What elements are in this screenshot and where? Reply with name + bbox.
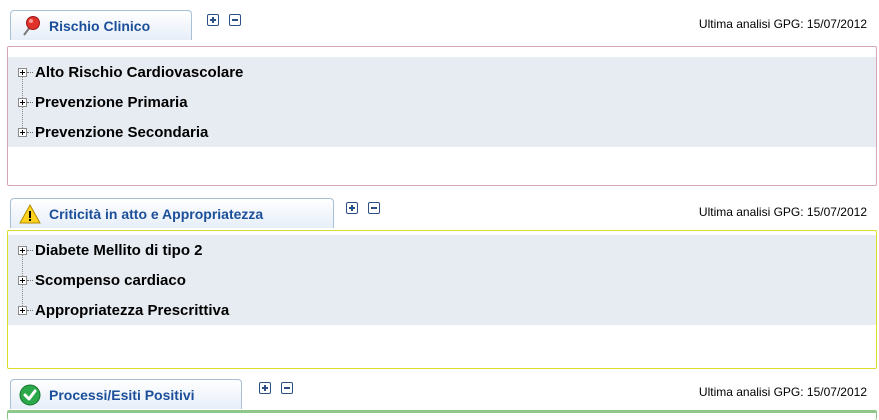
tree-item-label: Appropriatezza Prescrittiva — [35, 301, 230, 319]
expand-all-button[interactable] — [346, 202, 358, 214]
last-analysis-date: Ultima analisi GPG: 15/07/2012 — [698, 17, 867, 31]
tab-processi[interactable]: Processi/Esiti Positivi — [10, 379, 242, 409]
tab-title: Criticità in atto e Appropriatezza — [49, 205, 264, 222]
tree-box — [7, 410, 877, 420]
tree-item-scompenso[interactable]: Scompenso cardiaco — [8, 265, 876, 295]
tree-item-diabete[interactable]: Diabete Mellito di tipo 2 — [8, 235, 876, 265]
expand-node-icon[interactable] — [18, 68, 27, 77]
panel-rischio-clinico: Rischio Clinico Ultima analisi GPG: 15/0… — [0, 0, 879, 186]
tab-rischio-clinico[interactable]: Rischio Clinico — [10, 10, 192, 40]
tree-rows: Diabete Mellito di tipo 2 Scompenso card… — [8, 235, 876, 325]
last-analysis-date: Ultima analisi GPG: 15/07/2012 — [698, 205, 867, 219]
expand-node-icon[interactable] — [18, 306, 27, 315]
expand-all-button[interactable] — [207, 14, 219, 26]
expand-all-button[interactable] — [259, 382, 271, 394]
check-circle-icon — [19, 384, 41, 406]
tab-title: Processi/Esiti Positivi — [49, 386, 195, 403]
collapse-all-button[interactable] — [368, 202, 380, 214]
tab-title: Rischio Clinico — [49, 17, 151, 34]
expand-node-icon[interactable] — [18, 98, 27, 107]
tree-rows: Alto Rischio Cardiovascolare Prevenzione… — [8, 57, 876, 147]
tree-item-label: Prevenzione Primaria — [35, 93, 188, 111]
collapse-all-button[interactable] — [229, 14, 241, 26]
expand-node-icon[interactable] — [18, 276, 27, 285]
tree-item-label: Scompenso cardiaco — [35, 271, 186, 289]
panel-header: Criticità in atto e Appropriatezza Ultim… — [0, 188, 879, 228]
tree-item-prevenzione-primaria[interactable]: Prevenzione Primaria — [8, 87, 876, 117]
warning-icon — [19, 203, 41, 225]
panel-header: Processi/Esiti Positivi Ultima analisi G… — [0, 368, 879, 409]
tree-item-appropriatezza[interactable]: Appropriatezza Prescrittiva — [8, 295, 876, 325]
panel-processi: Processi/Esiti Positivi Ultima analisi G… — [0, 368, 879, 420]
tree-item-label: Alto Rischio Cardiovascolare — [35, 63, 244, 81]
collapse-all-button[interactable] — [281, 382, 293, 394]
expand-node-icon[interactable] — [18, 128, 27, 137]
tab-criticita[interactable]: Criticità in atto e Appropriatezza — [10, 198, 334, 228]
tree-item-prevenzione-secondaria[interactable]: Prevenzione Secondaria — [8, 117, 876, 147]
tree-box: Diabete Mellito di tipo 2 Scompenso card… — [7, 230, 877, 369]
tree-item-label: Prevenzione Secondaria — [35, 123, 209, 141]
expand-node-icon[interactable] — [18, 246, 27, 255]
tree-box: Alto Rischio Cardiovascolare Prevenzione… — [7, 46, 877, 186]
tree-item-alto-rischio[interactable]: Alto Rischio Cardiovascolare — [8, 57, 876, 87]
pushpin-icon — [19, 15, 41, 37]
panel-criticita: Criticità in atto e Appropriatezza Ultim… — [0, 188, 879, 369]
tree-item-label: Diabete Mellito di tipo 2 — [35, 241, 203, 259]
panel-header: Rischio Clinico Ultima analisi GPG: 15/0… — [0, 0, 879, 40]
last-analysis-date: Ultima analisi GPG: 15/07/2012 — [698, 385, 867, 399]
